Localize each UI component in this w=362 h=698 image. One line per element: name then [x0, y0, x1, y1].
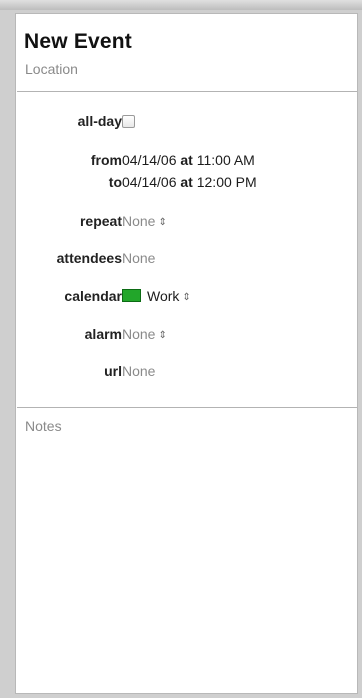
up-down-arrows-icon: ⇕: [182, 292, 191, 303]
header-separator: [17, 91, 357, 92]
attendees-label: attendees: [56, 250, 122, 266]
calendar-popup[interactable]: Work ⇕: [122, 288, 191, 304]
calendar-label: calendar: [64, 288, 122, 304]
window-top-bar: [0, 0, 362, 10]
url-label: url: [104, 363, 122, 379]
calendar-color-swatch: [122, 289, 141, 302]
notes-field[interactable]: Notes: [25, 418, 62, 434]
up-down-arrows-icon: ⇕: [158, 217, 167, 228]
to-label: to: [108, 174, 122, 190]
repeat-popup[interactable]: None ⇕: [122, 213, 167, 229]
notes-separator: [17, 407, 357, 408]
all-day-label: all-day: [77, 113, 122, 129]
url-field[interactable]: None: [122, 363, 155, 379]
repeat-label: repeat: [79, 213, 122, 229]
from-date[interactable]: 04/14/06: [122, 152, 177, 168]
up-down-arrows-icon: ⇕: [158, 330, 167, 341]
event-inspector-panel: [15, 13, 358, 694]
to-datetime[interactable]: 04/14/06 at 12:00 PM: [122, 174, 257, 190]
event-title[interactable]: New Event: [24, 30, 132, 54]
from-label: from: [90, 152, 122, 168]
location-field[interactable]: Location: [25, 61, 78, 77]
alarm-value: None: [122, 326, 156, 342]
alarm-popup[interactable]: None ⇕: [122, 326, 167, 342]
repeat-value: None: [122, 213, 156, 229]
calendar-value: Work: [147, 288, 180, 304]
from-time[interactable]: 11:00 AM: [197, 152, 255, 168]
alarm-label: alarm: [84, 326, 122, 342]
to-time[interactable]: 12:00 PM: [197, 174, 257, 190]
from-at-label: at: [180, 152, 193, 168]
to-date[interactable]: 04/14/06: [122, 174, 177, 190]
to-at-label: at: [180, 174, 193, 190]
attendees-field[interactable]: None: [122, 250, 155, 266]
all-day-checkbox[interactable]: [122, 115, 135, 128]
from-datetime[interactable]: 04/14/06 at 11:00 AM: [122, 152, 255, 168]
